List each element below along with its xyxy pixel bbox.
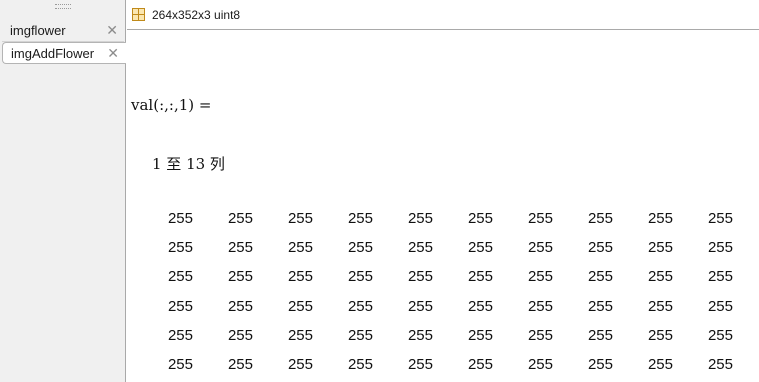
matrix-cell: 255 [287,210,313,227]
matrix-cell: 255 [167,239,193,257]
matrix-cell: 255 [167,326,193,344]
matrix-cell: 255 [707,239,733,257]
matrix-cell: 255 [287,326,313,344]
matrix-cell: 255 [167,268,193,286]
variable-size-type: 264x352x3 uint8 [152,8,241,22]
matrix-cell: 255 [587,297,613,315]
matrix-cell: 255 [287,356,313,373]
matrix-cell: 255 [587,268,613,286]
tab-label: imgflower [10,23,66,38]
matrix-cell: 255 [467,356,493,373]
tab-imgflower[interactable]: imgflower ✕ [2,20,125,42]
matrix-cell: 255 [407,210,433,227]
variable-header: 264x352x3 uint8 [127,0,759,30]
matrix-cell: 255 [407,268,433,286]
close-icon[interactable]: ✕ [107,45,119,62]
matrix-cell: 255 [467,326,493,344]
matrix-cell: 255 [227,239,253,257]
matrix-cell: 255 [407,297,433,315]
matrix-cell: 255 [167,356,193,373]
tab-label: imgAddFlower [11,46,95,61]
matrix-cell: 255 [527,356,553,373]
matrix-cell: 255 [347,268,373,286]
close-icon[interactable]: ✕ [106,22,118,39]
matrix-cell: 255 [167,210,193,227]
matrix-cell: 255 [707,297,733,315]
tab-imgaddflower[interactable]: imgAddFlower ✕ [2,42,126,64]
matrix-cell: 255 [407,356,433,373]
matrix-cell: 255 [227,297,253,315]
matrix-cell: 255 [467,210,493,227]
matrix-cell: 255 [347,326,373,344]
matrix-cell: 255 [587,210,613,227]
matrix-cell: 255 [287,239,313,257]
matrix-cell: 255 [527,210,553,227]
matrix-cell: 255 [287,297,313,315]
matrix-cell: 255 [347,356,373,373]
matrix-cell: 255 [467,268,493,286]
matrix-cell: 255 [227,326,253,344]
variable-output-area: val(:,:,1) = 1 至 13 列 255 255 255 255 255 255… [127,31,759,382]
matrix-cell: 255 [227,268,253,286]
matrix-cell: 255 [587,356,613,373]
matrix-cell: 255 [707,210,733,227]
matrix-cell: 255 [287,268,313,286]
matrix-cell: 255 [647,239,673,257]
matrix-cell: 255 [647,297,673,315]
val-header-line: val(:,:,1) = [131,96,212,114]
matrix-cell: 255 [707,356,733,373]
matrix-cell: 255 [527,297,553,315]
matrix-cell: 255 [467,239,493,257]
matrix-cell: 255 [347,210,373,227]
matrix-cell: 255 [527,326,553,344]
matrix-cell: 255 [647,210,673,227]
panel-grip-handle[interactable] [55,4,71,9]
matrix-cell: 255 [467,297,493,315]
matrix-cell: 255 [707,326,733,344]
matrix-cell: 255 [647,356,673,373]
matrix-cell: 255 [647,326,673,344]
matrix-cell: 255 [587,326,613,344]
matrix-cell: 255 [647,268,673,286]
matrix-cell: 255 [347,239,373,257]
matrix-cell: 255 [227,210,253,227]
matrix-cell: 255 [227,356,253,373]
matrix-cell: 255 [707,268,733,286]
matrix-cell: 255 [527,239,553,257]
matrix-cell: 255 [167,297,193,315]
matrix-cell: 255 [407,239,433,257]
matrix-cell: 255 [587,239,613,257]
column-range-line: 1 至 13 列 [152,155,225,173]
matrix-cell: 255 [527,268,553,286]
variable-tabs-panel: imgflower ✕ imgAddFlower ✕ [0,0,126,382]
matrix-cell: 255 [347,297,373,315]
matrix-cell: 255 [407,326,433,344]
table-grid-icon [132,8,145,21]
